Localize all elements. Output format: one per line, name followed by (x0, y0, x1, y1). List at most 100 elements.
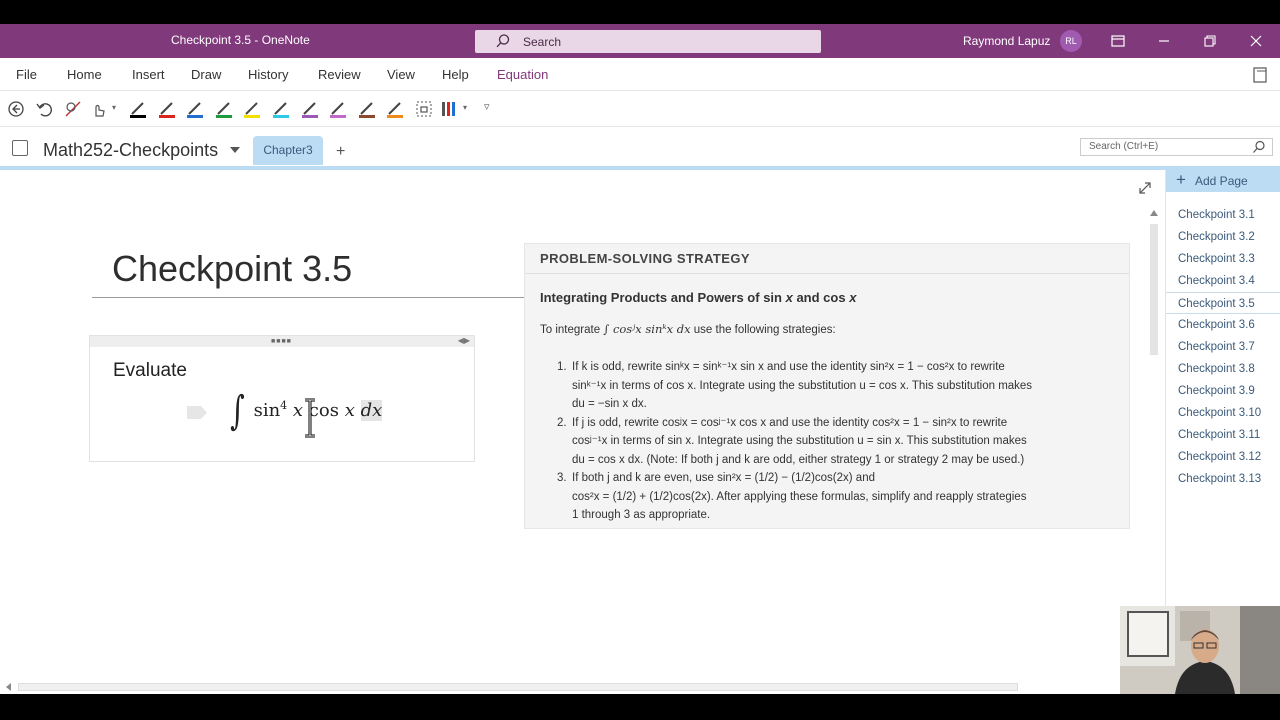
lasso-select-icon[interactable] (63, 99, 83, 119)
eq-x1: x (292, 400, 304, 421)
scroll-left-icon[interactable] (6, 683, 11, 691)
item-number: 1. (557, 361, 567, 373)
plus-icon: + (1176, 170, 1186, 189)
intro-math: ∫ cosʲx sinᵏx dx (603, 322, 691, 336)
touch-draw-icon[interactable] (89, 99, 109, 119)
full-screen-icon[interactable] (1106, 30, 1130, 52)
scroll-up-icon[interactable] (1150, 210, 1158, 216)
page-item-3-8[interactable]: Checkpoint 3.8 (1166, 358, 1280, 380)
menu-view[interactable]: View (387, 67, 415, 82)
ribbon-tabs: File Home Insert Draw History Review Vie… (0, 58, 1280, 91)
menu-equation[interactable]: Equation (497, 67, 548, 82)
notebook-name[interactable]: Math252-Checkpoints (43, 140, 218, 161)
page-item-3-3[interactable]: Checkpoint 3.3 (1166, 248, 1280, 270)
page-item-3-12[interactable]: Checkpoint 3.12 (1166, 446, 1280, 468)
page-item-3-9[interactable]: Checkpoint 3.9 (1166, 380, 1280, 402)
search-notebook-input[interactable]: Search (Ctrl+E) (1080, 138, 1273, 156)
scroll-thumb[interactable] (18, 683, 1018, 691)
eq-dx: dx (360, 400, 383, 421)
user-name[interactable]: Raymond Lapuz (963, 34, 1050, 48)
menu-help[interactable]: Help (442, 67, 469, 82)
pen-icon[interactable] (242, 99, 262, 119)
page-title[interactable]: Checkpoint 3.5 (112, 248, 352, 290)
eq-x2: x (344, 400, 355, 421)
vertical-scrollbar[interactable] (1147, 210, 1161, 355)
page-item-3-1[interactable]: Checkpoint 3.1 (1166, 204, 1280, 226)
restore-icon[interactable] (1198, 30, 1222, 52)
evaluate-label[interactable]: Evaluate (113, 360, 187, 382)
chevron-down-icon[interactable]: ▾ (463, 103, 467, 112)
container-handle[interactable]: ■■■■ ◀▶ (90, 336, 474, 347)
ink-to-math-icon[interactable] (440, 99, 460, 119)
tab-chapter3[interactable]: Chapter3 (253, 136, 323, 165)
pen-icon[interactable] (300, 99, 320, 119)
menu-review[interactable]: Review (318, 67, 361, 82)
item-line: cos²x = (1/2) + (1/2)cos(2x). After appl… (572, 490, 1027, 503)
search-placeholder: Search (523, 35, 562, 49)
page-item-3-2[interactable]: Checkpoint 3.2 (1166, 226, 1280, 248)
eq-sin-exponent: 4 (280, 399, 288, 412)
menu-home[interactable]: Home (67, 67, 102, 82)
item-number: 3. (557, 472, 567, 484)
scroll-thumb[interactable] (1150, 224, 1158, 355)
page-item-3-7[interactable]: Checkpoint 3.7 (1166, 336, 1280, 358)
more-tools-icon[interactable]: ▿ (484, 100, 490, 113)
text-cursor-icon (305, 398, 315, 438)
pen-icon[interactable] (128, 99, 148, 119)
strategy-header: PROBLEM-SOLVING STRATEGY (525, 244, 1129, 274)
item-line: If both j and k are even, use sin²x = (1… (572, 472, 875, 484)
pen-icon[interactable] (271, 99, 291, 119)
sticky-notes-icon[interactable] (1252, 67, 1268, 83)
back-icon[interactable] (6, 99, 26, 119)
chevron-down-icon[interactable] (230, 147, 240, 153)
subtitle-x: x (785, 290, 793, 305)
menu-history[interactable]: History (248, 67, 288, 82)
search-icon[interactable] (1252, 140, 1266, 154)
resize-arrows-icon[interactable]: ◀▶ (458, 336, 470, 345)
menu-file[interactable]: File (16, 67, 37, 82)
notebook-icon[interactable] (12, 140, 28, 156)
undo-icon[interactable] (34, 99, 54, 119)
pen-icon[interactable] (385, 99, 405, 119)
close-icon[interactable] (1244, 30, 1268, 52)
avatar[interactable]: RL (1060, 30, 1082, 52)
menu-draw[interactable]: Draw (191, 67, 221, 82)
menu-insert[interactable]: Insert (132, 67, 165, 82)
intro-text: To integrate (540, 324, 604, 336)
add-section-button[interactable]: + (336, 143, 345, 161)
page-canvas[interactable]: Checkpoint 3.5 ■■■■ ◀▶ Evaluate ∫ sin4 x… (0, 170, 1165, 680)
chevron-down-icon[interactable]: ▾ (112, 103, 116, 112)
add-page-button[interactable]: + Add Page (1166, 170, 1280, 192)
page-item-3-4[interactable]: Checkpoint 3.4 (1166, 270, 1280, 292)
search-notebook-placeholder: Search (Ctrl+E) (1089, 141, 1159, 152)
pen-icon[interactable] (185, 99, 205, 119)
page-item-3-5[interactable]: Checkpoint 3.5 (1166, 292, 1280, 314)
note-container[interactable]: ■■■■ ◀▶ Evaluate ∫ sin4 x cos x dx (89, 335, 475, 462)
draw-toolbar: ▾ ▾ ▿ (0, 91, 1280, 127)
strategy-item-1: 1. If k is odd, rewrite sinᵏx = sinᵏ⁻¹x … (557, 358, 1117, 414)
pen-icon[interactable] (357, 99, 377, 119)
page-item-3-10[interactable]: Checkpoint 3.10 (1166, 402, 1280, 424)
minimize-icon[interactable] (1152, 30, 1176, 52)
horizontal-scrollbar[interactable] (0, 680, 1165, 694)
page-item-3-6[interactable]: Checkpoint 3.6 (1166, 314, 1280, 336)
pen-icon[interactable] (328, 99, 348, 119)
ink-to-shape-icon[interactable] (414, 99, 434, 119)
equation-marker-icon[interactable] (187, 406, 207, 419)
page-item-3-13[interactable]: Checkpoint 3.13 (1166, 468, 1280, 490)
search-input[interactable]: Search (475, 30, 821, 53)
item-line: sinᵏ⁻¹x in terms of cos x. Integrate usi… (572, 379, 1033, 392)
notebook-bar: Math252-Checkpoints Chapter3 + Search (C… (0, 127, 1280, 167)
strategy-image[interactable]: PROBLEM-SOLVING STRATEGY Integrating Pro… (524, 243, 1130, 529)
subtitle-x: x (849, 290, 857, 305)
title-bar: Checkpoint 3.5 - OneNote Search Raymond … (0, 24, 1280, 58)
expand-icon[interactable] (1137, 180, 1153, 196)
page-item-3-11[interactable]: Checkpoint 3.11 (1166, 424, 1280, 446)
drag-handle-icon[interactable]: ■■■■ (271, 338, 292, 345)
subtitle-part: Integrating Products and Powers of sin (540, 290, 786, 305)
bottom-letterbox (0, 694, 1280, 720)
item-line: If j is odd, rewrite cosʲx = cosʲ⁻¹x cos… (572, 416, 1008, 429)
pen-icon[interactable] (157, 99, 177, 119)
top-letterbox (0, 0, 1280, 24)
pen-icon[interactable] (214, 99, 234, 119)
